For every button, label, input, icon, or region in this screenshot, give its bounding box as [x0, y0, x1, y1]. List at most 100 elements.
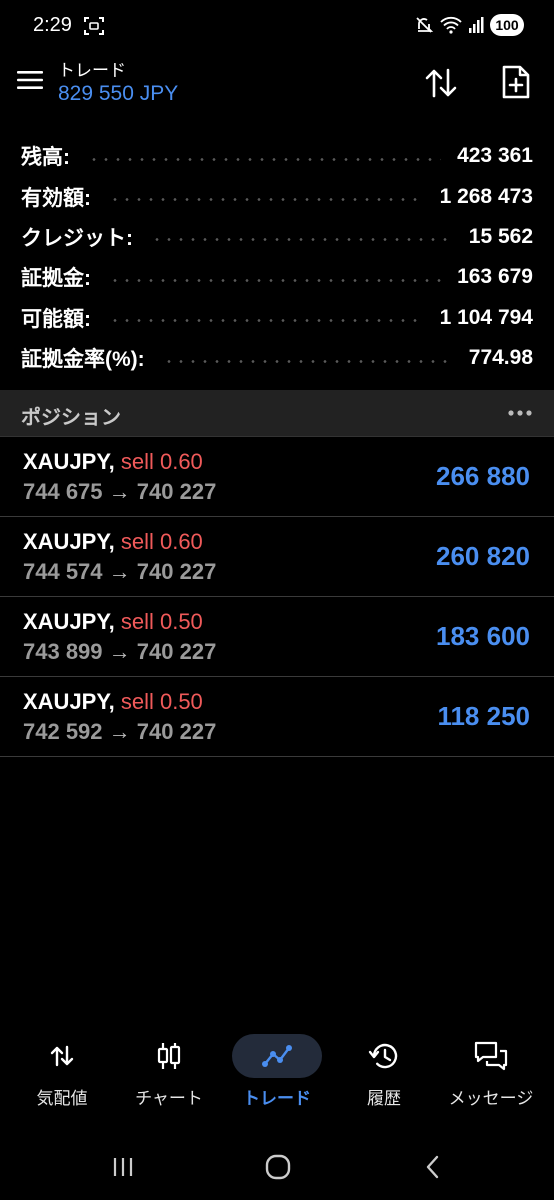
price-arrow: →: [108, 479, 131, 504]
nav-quotes[interactable]: 気配値: [12, 1030, 112, 1116]
position-side-volume: sell 0.50: [120, 609, 203, 634]
system-navigation-bar: [0, 1140, 554, 1200]
summary-label: 残高:: [21, 146, 70, 170]
nav-icon-container: [17, 1034, 107, 1078]
nav-history[interactable]: 履歴: [334, 1030, 434, 1116]
position-row[interactable]: XAUJPY, sell 0.50 743 899 → 740 227 183 …: [0, 597, 554, 677]
home-button[interactable]: [258, 1152, 298, 1182]
position-title: XAUJPY, sell 0.60: [23, 529, 203, 555]
summary-value: 15 562: [468, 224, 533, 248]
summary-row-equity: 有効額: 1 268 473: [0, 176, 554, 216]
sort-button[interactable]: [420, 62, 462, 104]
sort-arrows-icon: [425, 68, 457, 98]
position-prices: 744 574 → 740 227: [23, 559, 216, 585]
summary-value: 423 361: [457, 144, 533, 168]
summary-row-margin: 証拠金: 163 679: [0, 257, 554, 297]
position-prices: 743 899 → 740 227: [23, 639, 216, 665]
current-price: 740 227: [136, 479, 217, 504]
nav-trade[interactable]: トレード: [227, 1030, 327, 1116]
bottom-navigation: 気配値 チャート トレード 履歴 メッセージ: [0, 1030, 554, 1116]
document-plus-icon: [502, 65, 530, 99]
summary-row-credit: クレジット: 15 562: [0, 217, 554, 257]
nav-label: 履歴: [367, 1089, 401, 1108]
nav-label: チャート: [135, 1089, 203, 1108]
summary-value: 1 268 473: [439, 184, 533, 208]
price-arrow: →: [108, 639, 131, 664]
open-price: 742 592: [23, 719, 103, 744]
position-side-volume: sell 0.50: [120, 689, 203, 714]
mute-icon: [414, 15, 434, 35]
current-price: 740 227: [136, 719, 217, 744]
signal-icon: [468, 16, 484, 34]
recent-apps-button[interactable]: [103, 1152, 143, 1182]
candlestick-icon: [157, 1043, 181, 1069]
dotted-leader: [162, 359, 453, 363]
open-price: 744 675: [23, 479, 103, 504]
position-symbol: XAUJPY,: [23, 529, 115, 554]
position-symbol: XAUJPY,: [23, 689, 115, 714]
messages-icon: [474, 1041, 508, 1071]
recent-apps-icon: [113, 1158, 133, 1176]
open-price: 744 574: [23, 559, 103, 584]
summary-row-margin-level: 証拠金率(%): 774.98: [0, 338, 554, 378]
account-summary: 残高: 423 361 有効額: 1 268 473 クレジット: 15 562…: [0, 136, 554, 378]
screenshot-icon: [84, 16, 104, 36]
position-row[interactable]: XAUJPY, sell 0.60 744 574 → 740 227 260 …: [0, 517, 554, 597]
summary-label: 証拠金:: [21, 267, 91, 291]
nav-label: 気配値: [36, 1089, 88, 1108]
positions-section-header: ポジション: [0, 390, 554, 437]
summary-value: 774.98: [468, 346, 533, 370]
summary-label: 可能額:: [21, 307, 91, 331]
status-icons: 100: [414, 13, 524, 37]
dotted-leader: [109, 319, 424, 323]
page-title: トレード: [58, 61, 126, 80]
position-side-volume: sell 0.60: [120, 529, 203, 554]
nav-messages[interactable]: メッセージ: [441, 1030, 541, 1116]
dotted-leader: [109, 198, 424, 202]
status-bar: 2:29 100: [0, 0, 554, 52]
summary-row-free-margin: 可能額: 1 104 794: [0, 298, 554, 338]
position-prices: 742 592 → 740 227: [23, 719, 216, 745]
position-profit: 260 820: [436, 541, 530, 571]
position-title: XAUJPY, sell 0.50: [23, 609, 203, 635]
home-icon: [265, 1154, 291, 1180]
nav-icon-container: [446, 1034, 536, 1078]
summary-value: 1 104 794: [439, 305, 533, 329]
nav-icon-container: [232, 1034, 322, 1078]
back-button[interactable]: [413, 1152, 453, 1182]
position-title: XAUJPY, sell 0.60: [23, 449, 203, 475]
nav-icon-container: [124, 1034, 214, 1078]
dotted-leader: [151, 238, 453, 242]
menu-button[interactable]: [14, 64, 46, 96]
nav-icon-container: [339, 1034, 429, 1078]
summary-label: クレジット:: [21, 226, 133, 250]
nav-chart[interactable]: チャート: [119, 1030, 219, 1116]
positions-title: ポジション: [21, 407, 121, 429]
dotted-leader: [88, 157, 442, 161]
account-balance: 829 550 JPY: [58, 82, 179, 105]
position-row[interactable]: XAUJPY, sell 0.50 742 592 → 740 227 118 …: [0, 677, 554, 757]
quotes-arrows-icon: [50, 1045, 74, 1067]
position-symbol: XAUJPY,: [23, 449, 115, 474]
open-price: 743 899: [23, 639, 103, 664]
history-icon: [368, 1043, 398, 1069]
position-profit: 183 600: [436, 621, 530, 651]
positions-more-button[interactable]: [506, 404, 534, 422]
current-price: 740 227: [136, 559, 217, 584]
position-row[interactable]: XAUJPY, sell 0.60 744 675 → 740 227 266 …: [0, 437, 554, 517]
price-arrow: →: [108, 559, 131, 584]
position-side-volume: sell 0.60: [120, 449, 203, 474]
battery-indicator: 100: [490, 14, 524, 36]
wifi-icon: [440, 15, 462, 35]
summary-value: 163 679: [457, 265, 533, 289]
position-list: XAUJPY, sell 0.60 744 675 → 740 227 266 …: [0, 437, 554, 757]
dotted-leader: [109, 278, 442, 282]
nav-label: メッセージ: [448, 1089, 534, 1108]
position-prices: 744 675 → 740 227: [23, 479, 216, 505]
summary-label: 証拠金率(%):: [21, 348, 145, 372]
new-order-button[interactable]: [494, 60, 538, 104]
position-symbol: XAUJPY,: [23, 609, 115, 634]
status-time: 2:29: [33, 14, 72, 36]
more-dots-icon: [508, 410, 532, 416]
back-chevron-icon: [426, 1155, 439, 1179]
